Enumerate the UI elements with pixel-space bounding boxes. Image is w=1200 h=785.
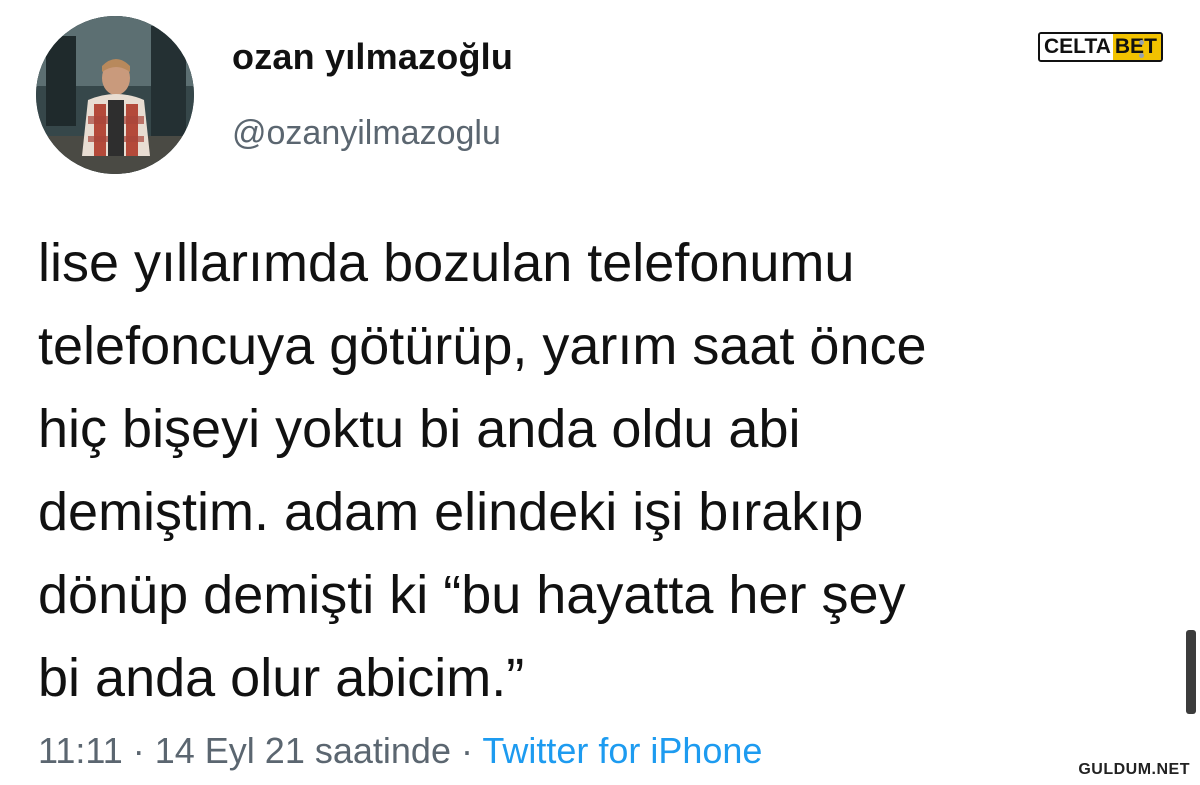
- tweet-meta: 11:11 · 14 Eyl 21 saatinde · Twitter for…: [38, 730, 762, 772]
- scrollbar[interactable]: [1186, 630, 1196, 714]
- tweet-time[interactable]: 11:11: [38, 730, 123, 771]
- tweet-text: lise yıllarımda bozulan telefonumu telef…: [38, 222, 1158, 720]
- tweet-date[interactable]: 14 Eyl 21 saatinde: [155, 730, 451, 771]
- tweet-line: hiç bişeyi yoktu bi anda oldu abi: [38, 399, 801, 459]
- avatar[interactable]: [36, 16, 194, 174]
- user-handle[interactable]: @ozanyilmazoglu: [232, 114, 501, 153]
- tweet-line: dönüp demişti ki “bu hayatta her şey: [38, 565, 906, 625]
- watermark: GULDUM.NET: [1076, 761, 1192, 779]
- more-icon[interactable]: [1134, 40, 1148, 84]
- tweet-line: bi anda olur abicim.”: [38, 648, 525, 708]
- tweet-line: demiştim. adam elindeki işi bırakıp: [38, 482, 864, 542]
- tweet-line: telefoncuya götürüp, yarım saat önce: [38, 316, 927, 376]
- separator: ·: [122, 730, 155, 771]
- tweet-source-link[interactable]: Twitter for iPhone: [482, 730, 762, 771]
- display-name[interactable]: ozan yılmazoğlu: [232, 36, 513, 78]
- avatar-photo: [36, 16, 194, 174]
- separator: ·: [450, 730, 483, 771]
- tweet-line: lise yıllarımda bozulan telefonumu: [38, 233, 855, 293]
- brand-logo-part1: CELTA: [1040, 34, 1113, 60]
